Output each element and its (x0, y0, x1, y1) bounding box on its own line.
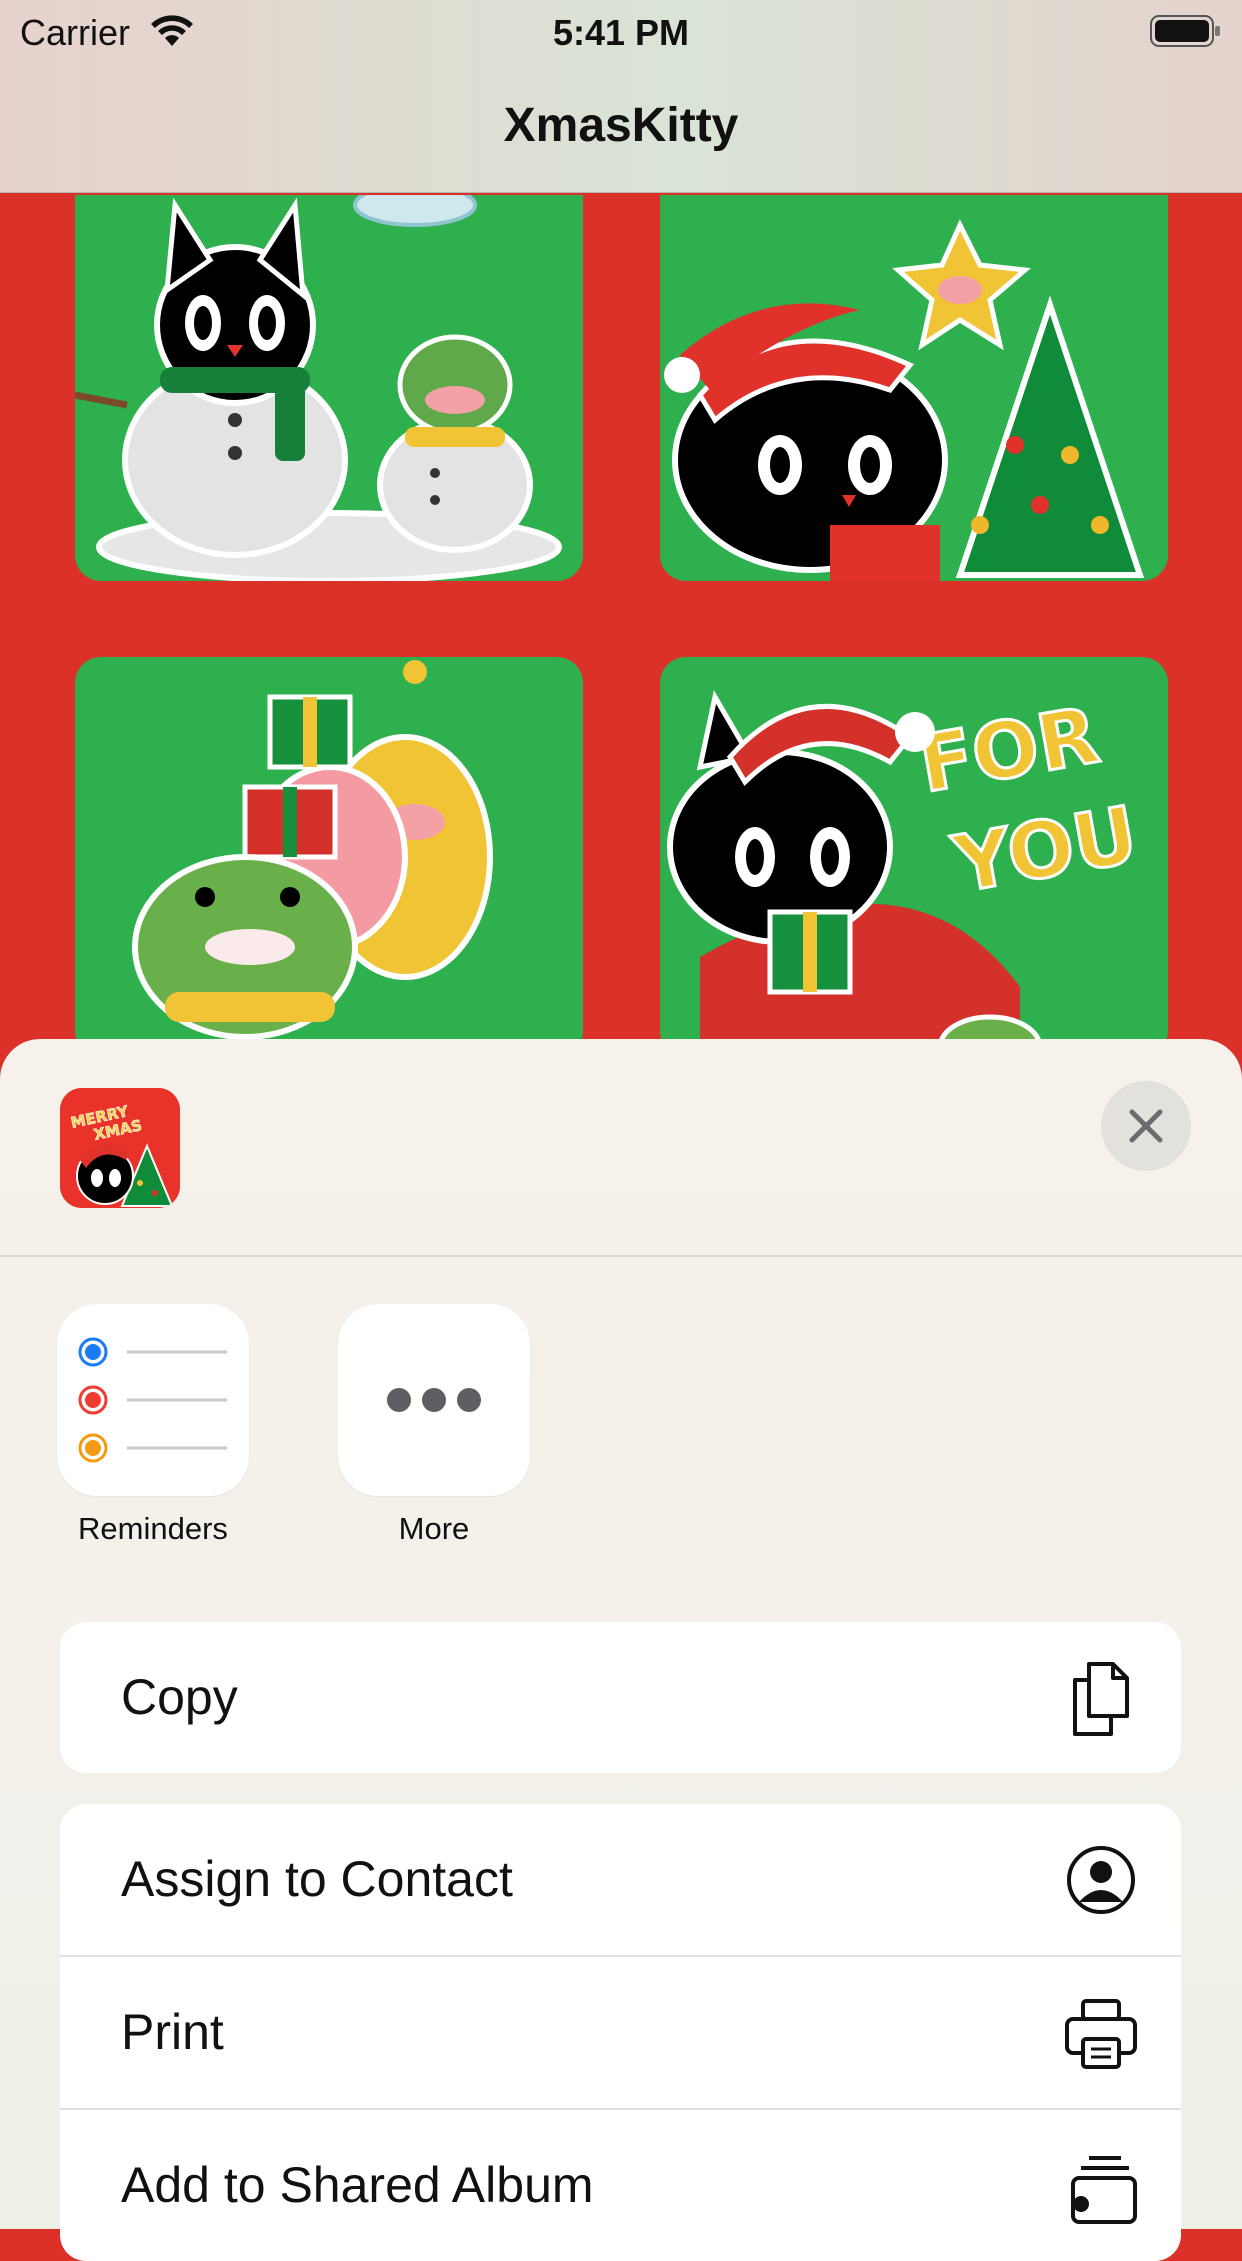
page-title: XmasKitty (503, 99, 739, 152)
xmas-kitty-app-icon: MERRY XMAS (60, 1088, 180, 1208)
sticker-tile-kitty-tree[interactable] (660, 195, 1168, 581)
shared-album-icon (1071, 2156, 1137, 2224)
more-label: More (398, 1511, 470, 1546)
add-to-shared-album-label: Add to Shared Album (121, 2157, 594, 2213)
close-button[interactable] (1101, 1081, 1191, 1171)
copy-action[interactable]: Copy (60, 1622, 1181, 1773)
svg-text:FOR: FOR (913, 691, 1106, 811)
for-you-kitty-illustration: FOR YOU (667, 689, 1145, 1057)
sticker-tile-snowman-kitty[interactable] (75, 195, 583, 581)
status-time: 5:41 PM (552, 12, 690, 53)
snowman-kitty-illustration (75, 195, 562, 581)
copy-icon (1073, 1662, 1129, 1736)
battery-full-icon (1150, 15, 1220, 47)
more-app-button[interactable] (338, 1304, 530, 1496)
reminders-icon (78, 1337, 227, 1463)
assign-to-contact-action[interactable]: Assign to Contact (60, 1804, 1181, 1957)
reminders-app-button[interactable] (57, 1304, 249, 1496)
copy-label: Copy (121, 1669, 238, 1725)
close-icon (1129, 1109, 1163, 1143)
add-to-shared-album-action[interactable]: Add to Shared Album (60, 2110, 1181, 2261)
reminders-label: Reminders (78, 1511, 228, 1546)
print-label: Print (121, 2004, 224, 2060)
navigation-bar: Carrier 5:41 PM XmasKitty (0, 0, 1242, 193)
status-bar: Carrier 5:41 PM (0, 0, 1242, 62)
contact-icon (1067, 1846, 1135, 1914)
monsters-gifts-illustration (132, 660, 493, 1040)
assign-to-contact-label: Assign to Contact (121, 1851, 513, 1907)
share-sheet: MERRY XMAS Reminders More Copy Assign to… (0, 1039, 1242, 2261)
more-ellipsis-icon (387, 1388, 481, 1412)
sticker-tile-for-you-kitty[interactable]: FOR YOU (660, 657, 1168, 1057)
share-sheet-header: MERRY XMAS (0, 1039, 1242, 1257)
action-group-copy: Copy (60, 1622, 1181, 1773)
action-group-more: Assign to Contact Print Add to Shared Al… (60, 1804, 1181, 2261)
kitty-tree-illustration (664, 219, 1145, 581)
sticker-tile-monsters-gifts[interactable] (75, 657, 583, 1057)
printer-icon (1065, 1999, 1137, 2069)
print-action[interactable]: Print (60, 1957, 1181, 2110)
svg-text:YOU: YOU (947, 790, 1144, 911)
